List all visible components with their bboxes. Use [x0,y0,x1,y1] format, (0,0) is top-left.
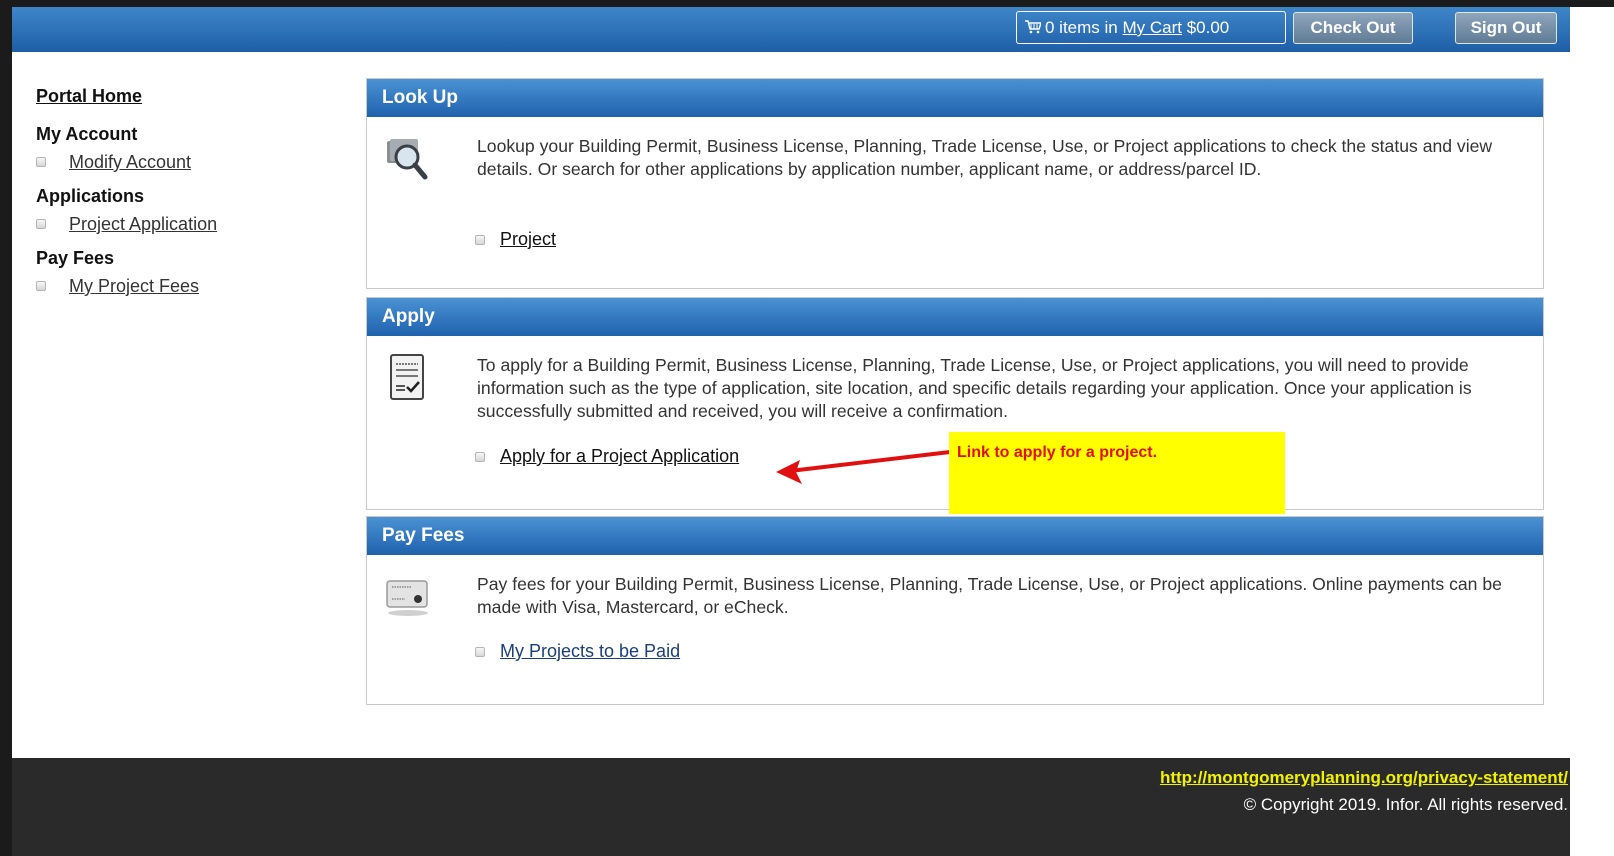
bullet-icon [475,646,485,657]
bullet-icon [36,219,46,229]
pay-fees-item: My Projects to be Paid [475,641,680,662]
sidebar-item-my-project-fees: My Project Fees [36,272,336,300]
application-form-icon [390,354,424,400]
sidebar-section-applications: Applications [36,186,145,206]
copyright-text: © Copyright 2019. Infor. All rights rese… [1243,795,1568,814]
pay-fees-panel-title: Pay Fees [367,517,1543,555]
sidebar-section-pay-fees: Pay Fees [36,248,115,268]
magnifier-search-icon [387,139,428,180]
pay-fees-panel: Pay Fees Pay fees for your Building Perm… [366,516,1544,705]
pay-fees-panel-body: Pay fees for your Building Permit, Busin… [367,555,1543,704]
pay-fees-description: Pay fees for your Building Permit, Busin… [477,574,1502,617]
lookup-description: Lookup your Building Permit, Business Li… [477,136,1493,179]
annotation-callout: Link to apply for a project. [949,432,1285,514]
portal-home-link[interactable]: Portal Home [36,84,336,114]
lookup-panel: Look Up Lookup your Building Permit, Bus… [366,78,1544,289]
sidebar-item-modify-account: Modify Account [36,148,336,176]
check-out-button[interactable]: Check Out [1293,12,1413,44]
modify-account-link[interactable]: Modify Account [69,149,191,175]
shopping-cart-icon [1025,20,1041,34]
bullet-icon [36,281,46,291]
cart-count-text: 0 items in [1045,18,1118,37]
apply-panel-title: Apply [367,298,1543,336]
apply-project-application-link[interactable]: Apply for a Project Application [500,446,739,467]
lookup-panel-title: Look Up [367,79,1543,117]
lookup-project-item: Project [475,229,556,250]
my-project-fees-link[interactable]: My Project Fees [69,273,199,299]
lookup-panel-body: Lookup your Building Permit, Business Li… [367,117,1543,288]
my-projects-to-be-paid-link[interactable]: My Projects to be Paid [500,641,680,662]
bullet-icon [475,451,485,462]
window-frame-left [0,0,12,856]
sign-out-button[interactable]: Sign Out [1455,12,1557,44]
cart-summary: 0 items in My Cart $0.00 [1016,11,1286,44]
footer: http://montgomeryplanning.org/privacy-st… [12,758,1570,856]
window-frame-top [0,0,1614,7]
sidebar-item-project-application: Project Application [36,210,336,238]
sidebar-section-my-account: My Account [36,124,138,144]
bullet-icon [475,234,485,245]
lookup-project-link[interactable]: Project [500,229,556,250]
annotation-arrow-icon [776,450,951,484]
cart-total: $0.00 [1186,18,1230,37]
apply-project-item: Apply for a Project Application [475,446,739,467]
credit-card-icon [386,580,428,616]
bullet-icon [36,157,46,167]
sidebar-nav: Portal Home My Account Modify Account Ap… [36,84,336,300]
project-application-link[interactable]: Project Application [69,211,217,237]
privacy-statement-link[interactable]: http://montgomeryplanning.org/privacy-st… [1160,768,1568,788]
apply-description: To apply for a Building Permit, Business… [477,355,1472,421]
my-cart-link[interactable]: My Cart [1122,18,1182,37]
